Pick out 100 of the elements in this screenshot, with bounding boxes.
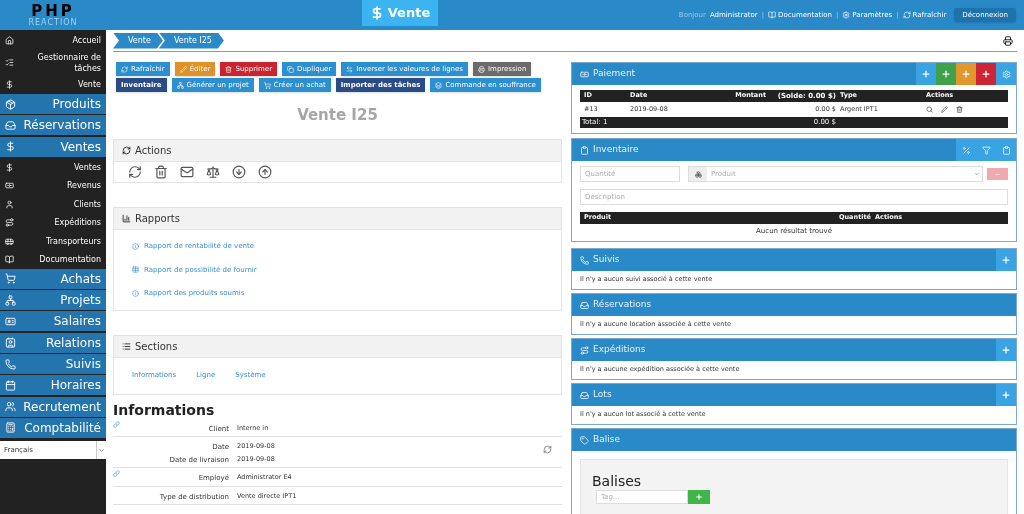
search-icon[interactable] — [926, 106, 933, 113]
scale-icon[interactable] — [206, 165, 220, 179]
dollar-icon — [5, 162, 14, 172]
calculator-icon — [5, 422, 16, 434]
sidebar-section[interactable]: Réservations — [0, 115, 106, 136]
print-icon — [478, 65, 485, 73]
dollar-icon — [5, 80, 14, 90]
info-icon — [132, 242, 139, 250]
add-button[interactable] — [916, 63, 936, 85]
sidebar-section[interactable]: Ventes — [0, 136, 106, 157]
sidebar-item[interactable]: Documentation — [0, 250, 106, 269]
tray-icon — [580, 390, 589, 400]
mail-icon[interactable] — [180, 165, 194, 179]
trash-icon[interactable] — [956, 106, 963, 113]
sidebar-item[interactable]: Transporteurs — [0, 231, 106, 251]
cart-icon — [263, 81, 271, 89]
plus-icon — [961, 69, 971, 79]
add-button[interactable] — [996, 339, 1016, 361]
task-list-icon — [5, 58, 14, 67]
clipboard-icon — [580, 145, 589, 155]
plus-icon — [981, 69, 991, 79]
add-button[interactable] — [996, 384, 1016, 406]
contact-icon — [5, 337, 16, 349]
inbox-icon — [580, 300, 589, 310]
add-button[interactable] — [936, 63, 956, 85]
logo-text: PHP — [31, 3, 75, 19]
refresh-icon — [902, 11, 911, 19]
sidebar-section[interactable]: Comptabilité — [0, 417, 106, 438]
tag-icon — [580, 435, 589, 445]
plus-icon — [941, 69, 951, 79]
panel-title: Inventaire — [593, 143, 639, 157]
book-icon — [5, 255, 14, 265]
sidebar-section[interactable]: Produits — [0, 94, 106, 114]
sidebar-item[interactable]: Revenus — [0, 176, 106, 195]
plus-icon — [695, 493, 703, 501]
settings-button[interactable] — [996, 63, 1016, 85]
layers-icon — [435, 81, 443, 89]
sidebar-item[interactable]: Clients — [0, 194, 106, 214]
book-icon — [768, 11, 776, 19]
info-icon — [132, 289, 139, 297]
page-title: Vente — [387, 4, 431, 23]
add-button[interactable] — [996, 249, 1016, 271]
refresh-icon — [122, 146, 131, 155]
sidebar-section[interactable]: Suivis — [0, 354, 106, 375]
sidebar-section[interactable]: Achats — [0, 268, 106, 289]
clipboard-icon — [1001, 145, 1011, 155]
add-tag-button[interactable] — [688, 490, 710, 504]
cart-icon — [5, 273, 16, 285]
sidebar-item[interactable]: Ventes — [0, 157, 106, 177]
percent-icon — [961, 145, 971, 155]
trash-icon[interactable] — [154, 165, 168, 179]
sidebar-section[interactable]: Recrutement — [0, 396, 106, 417]
road-icon — [5, 218, 14, 228]
panel-title: Actions — [135, 144, 172, 158]
plus-icon — [1001, 345, 1011, 355]
pencil-icon[interactable] — [941, 106, 948, 113]
panel-title: Balise — [593, 433, 620, 447]
sidebar-section[interactable]: Salaires — [0, 311, 106, 332]
hierarchy-icon — [176, 81, 184, 89]
plus-icon — [1001, 255, 1011, 265]
user-icon — [5, 199, 14, 209]
filter-icon — [981, 145, 991, 155]
panel-title: Expéditions — [593, 343, 646, 357]
refresh-icon[interactable] — [543, 445, 552, 454]
sidebar-item[interactable]: Expéditions — [0, 213, 106, 232]
sidebar-section[interactable]: Projets — [0, 290, 106, 311]
list-icon — [122, 341, 131, 351]
link-icon[interactable] — [113, 420, 120, 428]
id-card-icon — [5, 316, 16, 327]
sidebar-item[interactable]: Accueil — [0, 31, 106, 50]
print-icon[interactable] — [1003, 35, 1013, 46]
dollar-icon — [5, 141, 16, 153]
sidebar-item[interactable]: Gestionnaire de tâches — [0, 49, 106, 76]
record-title: Vente I25 — [296, 105, 379, 127]
add-button[interactable] — [976, 63, 996, 85]
copy-icon — [287, 65, 295, 73]
add-button[interactable] — [956, 63, 976, 85]
bus-icon — [5, 236, 14, 246]
breadcrumb-item[interactable]: Vente I25 — [158, 32, 224, 49]
phone-icon — [580, 255, 589, 265]
boxes-icon — [694, 170, 702, 178]
users-icon — [5, 401, 16, 413]
settings-icon — [842, 11, 851, 19]
hierarchy-icon — [5, 294, 16, 306]
refresh-icon[interactable] — [128, 165, 142, 179]
panel-title: Paiement — [593, 67, 636, 81]
home-icon — [5, 35, 14, 45]
sidebar-section[interactable]: Relations — [0, 332, 106, 353]
pencil-icon — [179, 65, 187, 73]
swap-icon — [346, 65, 354, 73]
sidebar-section[interactable]: Horaires — [0, 375, 106, 396]
link-icon[interactable] — [113, 470, 120, 477]
trash-icon — [225, 65, 233, 73]
phone-icon — [5, 358, 16, 370]
caret-icon — [98, 446, 105, 454]
refresh-icon — [121, 65, 128, 73]
banknote-icon — [5, 181, 14, 191]
breadcrumb-item[interactable]: Vente — [113, 32, 163, 49]
tags-heading: Balises — [592, 472, 643, 490]
sidebar-item[interactable]: Vente — [0, 75, 106, 94]
